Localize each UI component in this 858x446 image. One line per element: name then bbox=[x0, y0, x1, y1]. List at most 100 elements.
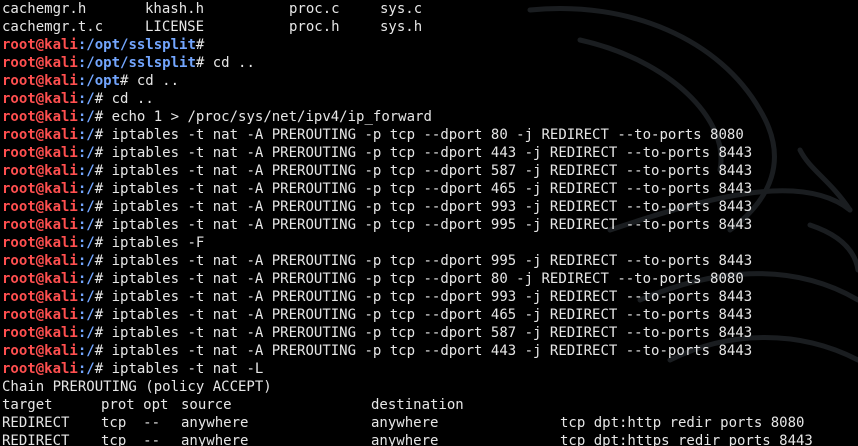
prompt-user-host: root@kali bbox=[2, 37, 78, 53]
command-text: iptables -t nat -A PREROUTING -p tcp --d… bbox=[103, 289, 753, 305]
command-text: iptables -t nat -A PREROUTING -p tcp --d… bbox=[103, 199, 753, 215]
prompt-path: / bbox=[86, 91, 95, 107]
prompt-symbol: # bbox=[94, 361, 104, 377]
prompt-path: / bbox=[86, 145, 95, 161]
command-text: iptables -t nat -A PREROUTING -p tcp --d… bbox=[103, 253, 753, 269]
prompt-user-host: root@kali bbox=[2, 325, 78, 341]
prompt-user-host: root@kali bbox=[2, 145, 78, 161]
command-text: iptables -t nat -A PREROUTING -p tcp --d… bbox=[103, 217, 753, 233]
prompt-line: root@kali:/# iptables -t nat -A PREROUTI… bbox=[0, 216, 858, 234]
table-cell: anywhere bbox=[181, 415, 249, 431]
table-cell: REDIRECT bbox=[2, 433, 70, 446]
table-cell: tcp dpt:https redir ports 8443 bbox=[560, 433, 813, 446]
table-cell: tcp dpt:http redir ports 8080 bbox=[560, 415, 805, 431]
prompt-path: /opt/sslsplit bbox=[86, 55, 196, 71]
ls-output-line: cachemgr.t.c LICENSE proc.h sys.h bbox=[0, 18, 858, 36]
prompt-symbol: # bbox=[94, 145, 104, 161]
prompt-user-host: root@kali bbox=[2, 307, 78, 323]
prompt-symbol: # bbox=[94, 217, 104, 233]
prompt-path: / bbox=[86, 289, 95, 305]
prompt-line: root@kali:/# iptables -t nat -A PREROUTI… bbox=[0, 180, 858, 198]
prompt-line: root@kali:/# iptables -t nat -A PREROUTI… bbox=[0, 288, 858, 306]
prompt-user-host: root@kali bbox=[2, 361, 78, 377]
table-cell: REDIRECT bbox=[2, 415, 70, 431]
ls-file-name: khash.h bbox=[145, 1, 205, 17]
prompt-symbol: # bbox=[94, 253, 104, 269]
prompt-path: / bbox=[86, 109, 95, 125]
table-header-cell: prot opt bbox=[101, 397, 169, 413]
table-row: REDIRECT tcp -- anywhere anywhere tcp dpt:ht… bbox=[0, 432, 858, 446]
prompt-user-host: root@kali bbox=[2, 73, 78, 89]
command-text: iptables -t nat -A PREROUTING -p tcp --d… bbox=[103, 145, 753, 161]
ls-file-name: LICENSE bbox=[145, 19, 205, 35]
command-text: iptables -F bbox=[103, 235, 205, 251]
prompt-symbol: # bbox=[94, 325, 104, 341]
prompt-user-host: root@kali bbox=[2, 271, 78, 287]
prompt-user-host: root@kali bbox=[2, 235, 78, 251]
prompt-path: / bbox=[86, 127, 95, 143]
prompt-path: / bbox=[86, 235, 95, 251]
prompt-path: / bbox=[86, 181, 95, 197]
ls-file-name: cachemgr.h bbox=[2, 1, 87, 17]
prompt-path: / bbox=[86, 217, 95, 233]
prompt-path: / bbox=[86, 325, 95, 341]
prompt-user-host: root@kali bbox=[2, 127, 78, 143]
prompt-line: root@kali:/# iptables -t nat -A PREROUTI… bbox=[0, 324, 858, 342]
prompt-symbol: # bbox=[94, 271, 104, 287]
prompt-line: root@kali:/# iptables -F bbox=[0, 234, 858, 252]
prompt-user-host: root@kali bbox=[2, 343, 78, 359]
table-cell: tcp -- bbox=[101, 415, 161, 431]
ls-file-name: proc.c bbox=[289, 1, 340, 17]
prompt-symbol: # bbox=[94, 235, 104, 251]
prompt-line: root@kali:/# iptables -t nat -A PREROUTI… bbox=[0, 144, 858, 162]
table-cell: tcp -- bbox=[101, 433, 161, 446]
prompt-line: root@kali:/# iptables -t nat -L bbox=[0, 360, 858, 378]
prompt-symbol: # bbox=[94, 199, 104, 215]
prompt-symbol: # bbox=[94, 307, 104, 323]
command-text: echo 1 > /proc/sys/net/ipv4/ip_forward bbox=[103, 109, 432, 125]
prompt-symbol: # bbox=[195, 37, 205, 53]
prompt-user-host: root@kali bbox=[2, 109, 78, 125]
table-cell: anywhere bbox=[371, 415, 439, 431]
prompt-user-host: root@kali bbox=[2, 199, 78, 215]
ls-file-name: proc.h bbox=[289, 19, 340, 35]
command-text: iptables -t nat -A PREROUTING -p tcp --d… bbox=[103, 307, 753, 323]
prompt-user-host: root@kali bbox=[2, 55, 78, 71]
prompt-path: / bbox=[86, 199, 95, 215]
prompt-symbol: # bbox=[94, 181, 104, 197]
table-header-row: target prot opt source destination bbox=[0, 396, 858, 414]
command-text: iptables -t nat -A PREROUTING -p tcp --d… bbox=[103, 181, 753, 197]
prompt-symbol: # bbox=[94, 109, 104, 125]
table-header-cell: target bbox=[2, 397, 53, 413]
prompt-user-host: root@kali bbox=[2, 289, 78, 305]
terminal-window[interactable]: cachemgr.h khash.h proc.c sys.c cachemgr.t.c… bbox=[0, 0, 858, 446]
ls-file-name: cachemgr.t.c bbox=[2, 19, 104, 35]
table-cell: anywhere bbox=[181, 433, 249, 446]
prompt-symbol: # bbox=[94, 343, 104, 359]
prompt-line: root@kali:/# iptables -t nat -A PREROUTI… bbox=[0, 162, 858, 180]
prompt-line: root@kali:/# iptables -t nat -A PREROUTI… bbox=[0, 270, 858, 288]
command-text: iptables -t nat -A PREROUTING -p tcp --d… bbox=[103, 325, 753, 341]
prompt-path: / bbox=[86, 361, 95, 377]
prompt-user-host: root@kali bbox=[2, 163, 78, 179]
prompt-symbol: # bbox=[94, 127, 104, 143]
table-row: REDIRECT tcp -- anywhere anywhere tcp dpt:ht… bbox=[0, 414, 858, 432]
table-cell: anywhere bbox=[371, 433, 439, 446]
prompt-symbol: # bbox=[94, 163, 104, 179]
ls-file-name: sys.h bbox=[380, 19, 423, 35]
prompt-line: root@kali:/# iptables -t nat -A PREROUTI… bbox=[0, 126, 858, 144]
ls-output-line: cachemgr.h khash.h proc.c sys.c bbox=[0, 0, 858, 18]
prompt-path: /opt bbox=[86, 73, 121, 89]
command-text: iptables -t nat -A PREROUTING -p tcp --d… bbox=[103, 163, 753, 179]
prompt-path: / bbox=[86, 307, 95, 323]
prompt-line: root@kali:/# iptables -t nat -A PREROUTI… bbox=[0, 198, 858, 216]
prompt-symbol: # bbox=[94, 91, 104, 107]
command-text: iptables -t nat -A PREROUTING -p tcp --d… bbox=[103, 127, 744, 143]
prompt-line: root@kali:/# iptables -t nat -A PREROUTI… bbox=[0, 252, 858, 270]
command-text: iptables -t nat -A PREROUTING -p tcp --d… bbox=[103, 343, 753, 359]
prompt-line: root@kali:/# iptables -t nat -A PREROUTI… bbox=[0, 306, 858, 324]
prompt-path: /opt/sslsplit bbox=[86, 37, 196, 53]
command-text: cd .. bbox=[103, 91, 154, 107]
prompt-user-host: root@kali bbox=[2, 91, 78, 107]
command-text: cd .. bbox=[128, 73, 180, 89]
